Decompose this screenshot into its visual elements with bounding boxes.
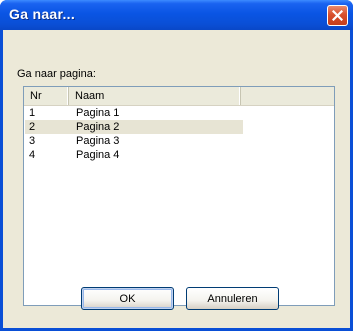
column-header-nr[interactable]: Nr xyxy=(24,87,69,105)
goto-page-label: Ga naar pagina: xyxy=(17,68,96,80)
row-nr: 3 xyxy=(29,135,36,147)
title-bar[interactable]: Ga naar... xyxy=(0,0,353,30)
goto-dialog-window: Ga naar... Ga naar pagina: Nr Naam 1 Pag… xyxy=(0,0,353,331)
row-naam: Pagina 2 xyxy=(76,121,120,133)
close-icon xyxy=(332,10,343,21)
close-button[interactable] xyxy=(327,5,348,26)
list-item[interactable]: 1 Pagina 1 xyxy=(25,106,243,120)
row-naam: Pagina 3 xyxy=(76,135,120,147)
row-naam: Pagina 1 xyxy=(76,107,120,119)
window-title: Ga naar... xyxy=(9,6,76,22)
page-list[interactable]: Nr Naam 1 Pagina 1 2 Pagina 2 3 Pagina 3… xyxy=(23,86,335,306)
row-naam: Pagina 4 xyxy=(76,149,120,161)
column-header-empty[interactable] xyxy=(241,87,334,105)
dialog-body: Ga naar pagina: Nr Naam 1 Pagina 1 2 Pag… xyxy=(3,30,350,328)
list-header: Nr Naam xyxy=(24,87,334,106)
list-item[interactable]: 4 Pagina 4 xyxy=(25,148,243,162)
cancel-button[interactable]: Annuleren xyxy=(186,287,279,310)
row-nr: 4 xyxy=(29,149,36,161)
ok-button[interactable]: OK xyxy=(81,287,174,310)
column-header-naam[interactable]: Naam xyxy=(69,87,241,105)
row-nr: 2 xyxy=(29,121,36,133)
row-nr: 1 xyxy=(29,107,36,119)
list-item-selected[interactable]: 2 Pagina 2 xyxy=(25,120,243,134)
list-item[interactable]: 3 Pagina 3 xyxy=(25,134,243,148)
